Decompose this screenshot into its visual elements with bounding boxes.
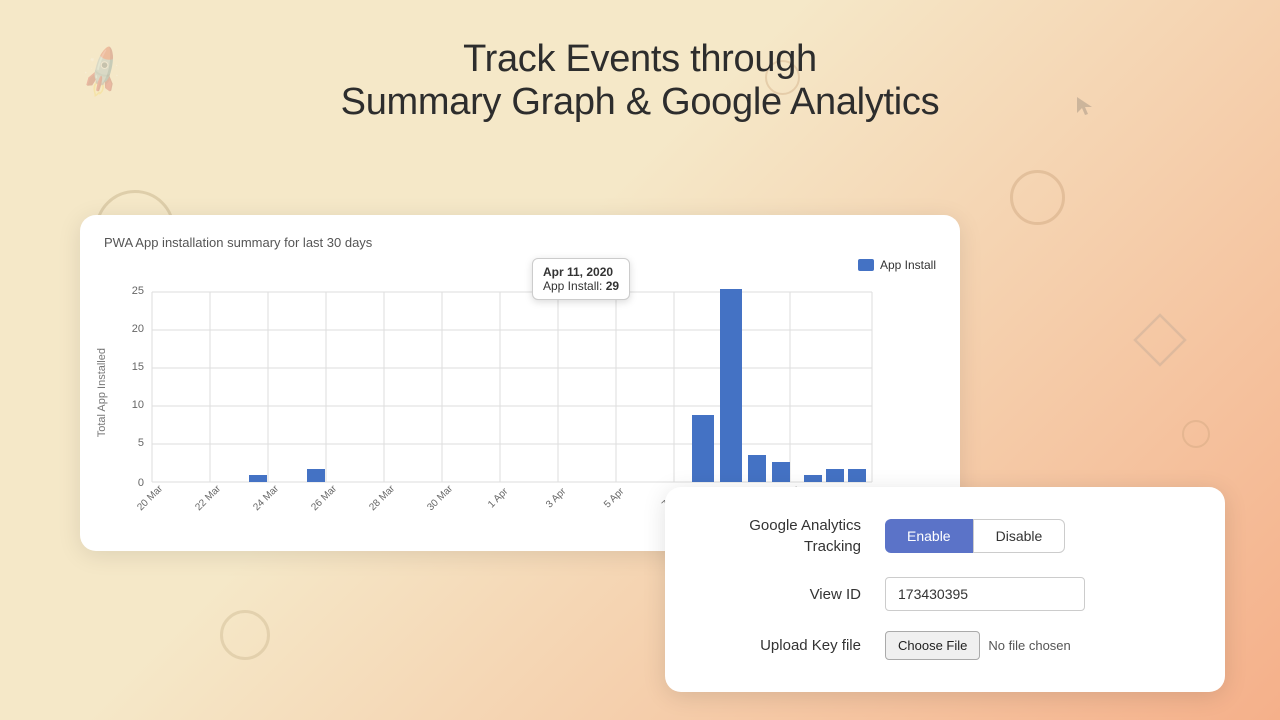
svg-text:30 Mar: 30 Mar (425, 483, 455, 513)
file-input-wrapper: Choose File No file chosen (885, 631, 1071, 660)
page-content: Track Events through Summary Graph & Goo… (0, 0, 1280, 720)
svg-text:10: 10 (132, 399, 144, 411)
svg-text:5: 5 (138, 437, 144, 449)
y-axis-label: Total App Installed (96, 348, 108, 437)
tracking-row: Google Analytics Tracking Enable Disable (701, 515, 1189, 557)
svg-text:3 Apr: 3 Apr (544, 486, 569, 511)
svg-text:22 Mar: 22 Mar (193, 483, 223, 513)
legend-color-box (858, 259, 874, 271)
choose-file-button[interactable]: Choose File (885, 631, 980, 660)
svg-text:24 Mar: 24 Mar (251, 483, 281, 513)
tooltip-value: App Install: 29 (543, 279, 619, 293)
chart-svg: 0 5 10 15 20 25 30 (112, 282, 892, 522)
chart-title: PWA App installation summary for last 30… (104, 235, 936, 250)
toggle-group: Enable Disable (885, 519, 1065, 553)
svg-text:20: 20 (132, 323, 144, 335)
view-id-row: View ID (701, 577, 1189, 611)
svg-text:5 Apr: 5 Apr (602, 486, 627, 511)
upload-key-row: Upload Key file Choose File No file chos… (701, 631, 1189, 660)
title-line2: Summary Graph & Google Analytics (0, 81, 1280, 124)
view-id-input[interactable] (885, 577, 1085, 611)
svg-text:1 Apr: 1 Apr (486, 486, 511, 511)
svg-text:28 Mar: 28 Mar (367, 483, 397, 513)
svg-text:15: 15 (132, 361, 144, 373)
chart-tooltip: Apr 11, 2020 App Install: 29 (532, 258, 630, 300)
view-id-label: View ID (701, 584, 861, 605)
svg-text:0: 0 (138, 477, 144, 489)
analytics-card: Google Analytics Tracking Enable Disable… (665, 487, 1225, 692)
svg-text:26 Mar: 26 Mar (309, 483, 339, 513)
disable-button[interactable]: Disable (973, 519, 1066, 553)
tracking-label: Google Analytics Tracking (701, 515, 861, 557)
title-line1: Track Events through (0, 38, 1280, 81)
no-file-text: No file chosen (988, 638, 1070, 653)
enable-button[interactable]: Enable (885, 519, 973, 553)
tooltip-date: Apr 11, 2020 (543, 265, 619, 279)
title-block: Track Events through Summary Graph & Goo… (0, 0, 1280, 124)
svg-text:25: 25 (132, 285, 144, 297)
upload-key-label: Upload Key file (701, 635, 861, 656)
legend-label: App Install (880, 258, 936, 272)
chart-legend: App Install (858, 258, 936, 272)
